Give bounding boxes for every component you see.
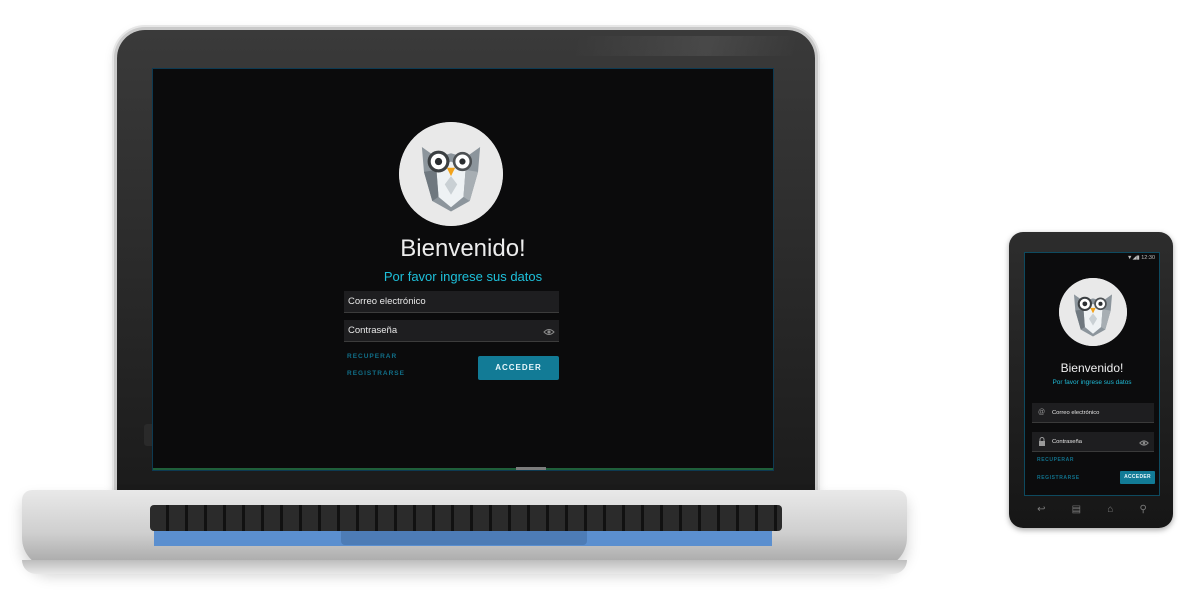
- owl-icon: [1059, 278, 1127, 346]
- password-placeholder: Contraseña: [348, 325, 398, 336]
- login-button[interactable]: ACCEDER: [478, 356, 559, 380]
- register-link[interactable]: REGISTRARSE: [1037, 475, 1080, 481]
- recent-apps-icon[interactable]: ▤: [1072, 504, 1081, 515]
- eye-icon[interactable]: [543, 325, 555, 337]
- password-field[interactable]: Contraseña: [1032, 432, 1154, 452]
- phone-nav-bar: ↩ ▤ ⌂ ⚲: [1024, 498, 1160, 520]
- email-field[interactable]: @ Correo electrónico: [1032, 403, 1154, 423]
- keyboard: [150, 505, 782, 531]
- login-button[interactable]: ACCEDER: [1120, 471, 1155, 484]
- at-icon: @: [1038, 409, 1046, 416]
- status-time: 12:30: [1141, 255, 1155, 261]
- recover-link[interactable]: RECUPERAR: [1037, 457, 1074, 463]
- email-field[interactable]: Correo electrónico: [344, 291, 559, 313]
- subtitle: Por favor ingrese sus datos: [1052, 379, 1132, 386]
- status-bar: ▼◢▮ 12:30: [1025, 253, 1159, 263]
- email-placeholder: Correo electrónico: [348, 296, 426, 307]
- eye-icon[interactable]: [1139, 437, 1149, 447]
- laptop-screen: Bienvenido! Por favor ingrese sus datos …: [152, 68, 774, 471]
- laptop-side-tab: [144, 424, 152, 446]
- password-field[interactable]: Contraseña: [344, 320, 559, 342]
- screen-bottom-line: [153, 468, 773, 470]
- register-link[interactable]: REGISTRARSE: [347, 370, 405, 377]
- email-placeholder: Correo electrónico: [1052, 410, 1100, 416]
- owl-icon: [399, 122, 503, 226]
- welcome-title: Bienvenido!: [1060, 361, 1124, 375]
- search-icon[interactable]: ⚲: [1140, 504, 1147, 515]
- subtitle: Por favor ingrese sus datos: [383, 269, 543, 284]
- laptop-base-rim: [22, 560, 907, 574]
- back-icon[interactable]: ↩: [1037, 504, 1045, 515]
- screen-bottom-indicator: [516, 467, 546, 470]
- welcome-title: Bienvenido!: [400, 235, 526, 262]
- phone-screen: ▼◢▮ 12:30 Bienvenido! Por favor ingrese …: [1024, 252, 1160, 496]
- home-icon[interactable]: ⌂: [1107, 504, 1113, 515]
- password-placeholder: Contraseña: [1052, 439, 1082, 445]
- status-icons: ▼◢▮: [1127, 255, 1142, 261]
- lock-icon: [1038, 437, 1047, 446]
- trackpad: [341, 531, 587, 545]
- recover-link[interactable]: RECUPERAR: [347, 353, 397, 360]
